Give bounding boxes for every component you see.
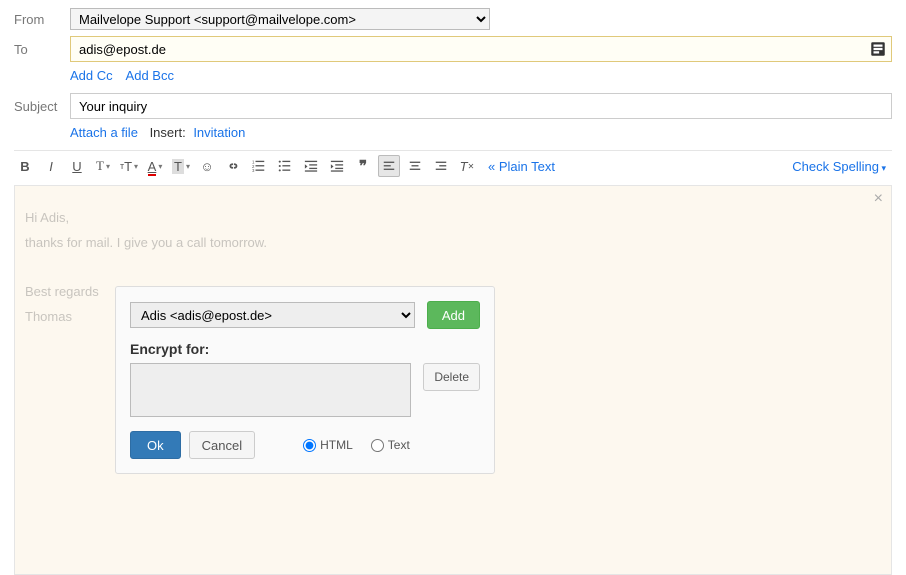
- italic-button[interactable]: I: [40, 155, 62, 177]
- editor-area[interactable]: × Hi Adis, thanks for mail. I give you a…: [14, 185, 892, 575]
- font-color-button[interactable]: A: [144, 155, 166, 177]
- encrypt-dialog: Adis <adis@epost.de> Add Encrypt for: De…: [115, 286, 495, 474]
- from-label: From: [14, 12, 70, 27]
- attach-file-link[interactable]: Attach a file: [70, 125, 138, 140]
- plain-text-link[interactable]: « Plain Text: [488, 159, 555, 174]
- contacts-icon[interactable]: [869, 40, 887, 58]
- to-label: To: [14, 42, 70, 57]
- ordered-list-button[interactable]: 123: [248, 155, 270, 177]
- remove-format-button[interactable]: T✕: [456, 155, 478, 177]
- link-button[interactable]: [222, 155, 244, 177]
- format-text-radio[interactable]: Text: [371, 438, 410, 452]
- font-family-button[interactable]: T: [92, 155, 114, 177]
- add-cc-link[interactable]: Add Cc: [70, 68, 113, 83]
- check-spelling-link[interactable]: Check Spelling: [792, 159, 886, 174]
- delete-button[interactable]: Delete: [423, 363, 480, 391]
- bullet-list-button[interactable]: [274, 155, 296, 177]
- highlight-button[interactable]: T: [170, 155, 192, 177]
- insert-label: Insert:: [150, 125, 186, 140]
- format-html-radio[interactable]: HTML: [303, 438, 353, 452]
- from-select[interactable]: Mailvelope Support <support@mailvelope.c…: [70, 8, 490, 30]
- outdent-button[interactable]: [300, 155, 322, 177]
- add-bcc-link[interactable]: Add Bcc: [126, 68, 174, 83]
- bold-button[interactable]: B: [14, 155, 36, 177]
- ok-button[interactable]: Ok: [130, 431, 181, 459]
- recipient-select[interactable]: Adis <adis@epost.de>: [130, 302, 415, 328]
- align-center-button[interactable]: [404, 155, 426, 177]
- emoji-button[interactable]: ☺: [196, 155, 218, 177]
- invitation-link[interactable]: Invitation: [193, 125, 245, 140]
- add-button[interactable]: Add: [427, 301, 480, 329]
- format-toolbar: B I U T тT A T ☺ 123 ❞ T✕: [14, 150, 892, 181]
- subject-label: Subject: [14, 99, 70, 114]
- align-right-button[interactable]: [430, 155, 452, 177]
- to-input[interactable]: [71, 40, 869, 59]
- encrypt-list[interactable]: [130, 363, 411, 417]
- align-left-button[interactable]: [378, 155, 400, 177]
- svg-text:3: 3: [252, 168, 255, 173]
- quote-button[interactable]: ❞: [352, 155, 374, 177]
- encrypt-for-label: Encrypt for:: [130, 341, 480, 357]
- subject-input[interactable]: [70, 93, 892, 119]
- underline-button[interactable]: U: [66, 155, 88, 177]
- close-icon[interactable]: ×: [874, 190, 883, 208]
- font-size-button[interactable]: тT: [118, 155, 140, 177]
- indent-button[interactable]: [326, 155, 348, 177]
- cancel-button[interactable]: Cancel: [189, 431, 255, 459]
